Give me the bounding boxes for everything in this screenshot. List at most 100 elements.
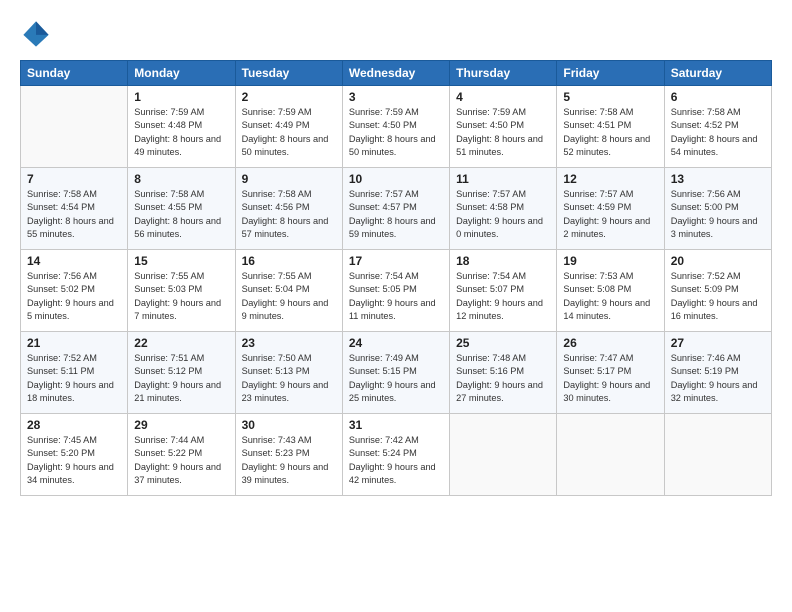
header-wednesday: Wednesday bbox=[342, 61, 449, 86]
header-row: SundayMondayTuesdayWednesdayThursdayFrid… bbox=[21, 61, 772, 86]
day-details: Sunrise: 7:52 AMSunset: 5:09 PMDaylight:… bbox=[671, 270, 765, 323]
day-details: Sunrise: 7:59 AMSunset: 4:49 PMDaylight:… bbox=[242, 106, 336, 159]
week-row-4: 21 Sunrise: 7:52 AMSunset: 5:11 PMDayligh… bbox=[21, 332, 772, 414]
day-number: 29 bbox=[134, 418, 228, 432]
day-cell: 17 Sunrise: 7:54 AMSunset: 5:05 PMDayligh… bbox=[342, 250, 449, 332]
logo bbox=[20, 18, 56, 50]
day-number: 23 bbox=[242, 336, 336, 350]
day-cell: 12 Sunrise: 7:57 AMSunset: 4:59 PMDayligh… bbox=[557, 168, 664, 250]
day-cell: 9 Sunrise: 7:58 AMSunset: 4:56 PMDaylight… bbox=[235, 168, 342, 250]
day-details: Sunrise: 7:59 AMSunset: 4:50 PMDaylight:… bbox=[456, 106, 550, 159]
day-number: 15 bbox=[134, 254, 228, 268]
day-number: 13 bbox=[671, 172, 765, 186]
page: SundayMondayTuesdayWednesdayThursdayFrid… bbox=[0, 0, 792, 612]
day-cell: 2Sunrise: 7:59 AMSunset: 4:49 PMDaylight… bbox=[235, 86, 342, 168]
day-cell: 22Sunrise: 7:51 AMSunset: 5:12 PMDayligh… bbox=[128, 332, 235, 414]
day-number: 28 bbox=[27, 418, 121, 432]
day-number: 25 bbox=[456, 336, 550, 350]
day-number: 26 bbox=[563, 336, 657, 350]
day-details: Sunrise: 7:58 AMSunset: 4:51 PMDaylight:… bbox=[563, 106, 657, 159]
day-cell: 11Sunrise: 7:57 AMSunset: 4:58 PMDayligh… bbox=[450, 168, 557, 250]
day-number: 1 bbox=[134, 90, 228, 104]
day-number: 6 bbox=[671, 90, 765, 104]
header-tuesday: Tuesday bbox=[235, 61, 342, 86]
day-details: Sunrise: 7:49 AMSunset: 5:15 PMDaylight:… bbox=[349, 352, 443, 405]
day-number: 8 bbox=[134, 172, 228, 186]
day-number: 27 bbox=[671, 336, 765, 350]
day-number: 30 bbox=[242, 418, 336, 432]
day-cell: 21 Sunrise: 7:52 AMSunset: 5:11 PMDayligh… bbox=[21, 332, 128, 414]
week-row-3: 14 Sunrise: 7:56 AMSunset: 5:02 PMDayligh… bbox=[21, 250, 772, 332]
day-number: 21 bbox=[27, 336, 121, 350]
day-cell: 20 Sunrise: 7:52 AMSunset: 5:09 PMDayligh… bbox=[664, 250, 771, 332]
day-cell: 31 Sunrise: 7:42 AMSunset: 5:24 PMDayligh… bbox=[342, 414, 449, 496]
day-number: 24 bbox=[349, 336, 443, 350]
day-number: 16 bbox=[242, 254, 336, 268]
day-cell: 30 Sunrise: 7:43 AMSunset: 5:23 PMDayligh… bbox=[235, 414, 342, 496]
day-details: Sunrise: 7:55 AMSunset: 5:03 PMDaylight:… bbox=[134, 270, 228, 323]
day-details: Sunrise: 7:58 AMSunset: 4:54 PMDaylight:… bbox=[27, 188, 121, 241]
day-number: 17 bbox=[349, 254, 443, 268]
day-cell: 1 Sunrise: 7:59 AMSunset: 4:48 PMDaylight… bbox=[128, 86, 235, 168]
day-details: Sunrise: 7:54 AMSunset: 5:05 PMDaylight:… bbox=[349, 270, 443, 323]
day-details: Sunrise: 7:42 AMSunset: 5:24 PMDaylight:… bbox=[349, 434, 443, 487]
day-cell: 10 Sunrise: 7:57 AMSunset: 4:57 PMDayligh… bbox=[342, 168, 449, 250]
day-number: 9 bbox=[242, 172, 336, 186]
day-details: Sunrise: 7:57 AMSunset: 4:59 PMDaylight:… bbox=[563, 188, 657, 241]
day-details: Sunrise: 7:47 AMSunset: 5:17 PMDaylight:… bbox=[563, 352, 657, 405]
header bbox=[20, 18, 772, 50]
day-details: Sunrise: 7:56 AMSunset: 5:02 PMDaylight:… bbox=[27, 270, 121, 323]
day-cell bbox=[557, 414, 664, 496]
week-row-5: 28 Sunrise: 7:45 AMSunset: 5:20 PMDayligh… bbox=[21, 414, 772, 496]
day-details: Sunrise: 7:56 AMSunset: 5:00 PMDaylight:… bbox=[671, 188, 765, 241]
day-number: 12 bbox=[563, 172, 657, 186]
day-number: 18 bbox=[456, 254, 550, 268]
day-details: Sunrise: 7:43 AMSunset: 5:23 PMDaylight:… bbox=[242, 434, 336, 487]
day-details: Sunrise: 7:44 AMSunset: 5:22 PMDaylight:… bbox=[134, 434, 228, 487]
day-details: Sunrise: 7:52 AMSunset: 5:11 PMDaylight:… bbox=[27, 352, 121, 405]
day-cell: 4 Sunrise: 7:59 AMSunset: 4:50 PMDaylight… bbox=[450, 86, 557, 168]
day-cell: 19Sunrise: 7:53 AMSunset: 5:08 PMDayligh… bbox=[557, 250, 664, 332]
header-sunday: Sunday bbox=[21, 61, 128, 86]
day-cell: 8 Sunrise: 7:58 AMSunset: 4:55 PMDaylight… bbox=[128, 168, 235, 250]
day-details: Sunrise: 7:46 AMSunset: 5:19 PMDaylight:… bbox=[671, 352, 765, 405]
day-details: Sunrise: 7:53 AMSunset: 5:08 PMDaylight:… bbox=[563, 270, 657, 323]
day-number: 3 bbox=[349, 90, 443, 104]
day-details: Sunrise: 7:48 AMSunset: 5:16 PMDaylight:… bbox=[456, 352, 550, 405]
header-friday: Friday bbox=[557, 61, 664, 86]
day-number: 11 bbox=[456, 172, 550, 186]
day-number: 4 bbox=[456, 90, 550, 104]
day-cell: 23 Sunrise: 7:50 AMSunset: 5:13 PMDayligh… bbox=[235, 332, 342, 414]
day-details: Sunrise: 7:58 AMSunset: 4:56 PMDaylight:… bbox=[242, 188, 336, 241]
day-cell: 14 Sunrise: 7:56 AMSunset: 5:02 PMDayligh… bbox=[21, 250, 128, 332]
day-details: Sunrise: 7:58 AMSunset: 4:55 PMDaylight:… bbox=[134, 188, 228, 241]
day-cell: 24 Sunrise: 7:49 AMSunset: 5:15 PMDayligh… bbox=[342, 332, 449, 414]
day-details: Sunrise: 7:58 AMSunset: 4:52 PMDaylight:… bbox=[671, 106, 765, 159]
day-cell: 18 Sunrise: 7:54 AMSunset: 5:07 PMDayligh… bbox=[450, 250, 557, 332]
day-number: 20 bbox=[671, 254, 765, 268]
day-number: 10 bbox=[349, 172, 443, 186]
day-cell: 7 Sunrise: 7:58 AMSunset: 4:54 PMDaylight… bbox=[21, 168, 128, 250]
day-number: 7 bbox=[27, 172, 121, 186]
day-number: 5 bbox=[563, 90, 657, 104]
day-details: Sunrise: 7:51 AMSunset: 5:12 PMDaylight:… bbox=[134, 352, 228, 405]
day-details: Sunrise: 7:59 AMSunset: 4:48 PMDaylight:… bbox=[134, 106, 228, 159]
day-details: Sunrise: 7:45 AMSunset: 5:20 PMDaylight:… bbox=[27, 434, 121, 487]
day-cell bbox=[21, 86, 128, 168]
day-number: 31 bbox=[349, 418, 443, 432]
day-details: Sunrise: 7:57 AMSunset: 4:57 PMDaylight:… bbox=[349, 188, 443, 241]
week-row-1: 1 Sunrise: 7:59 AMSunset: 4:48 PMDaylight… bbox=[21, 86, 772, 168]
day-cell bbox=[664, 414, 771, 496]
week-row-2: 7 Sunrise: 7:58 AMSunset: 4:54 PMDaylight… bbox=[21, 168, 772, 250]
day-cell: 15 Sunrise: 7:55 AMSunset: 5:03 PMDayligh… bbox=[128, 250, 235, 332]
day-cell: 25 Sunrise: 7:48 AMSunset: 5:16 PMDayligh… bbox=[450, 332, 557, 414]
day-cell: 28 Sunrise: 7:45 AMSunset: 5:20 PMDayligh… bbox=[21, 414, 128, 496]
day-details: Sunrise: 7:54 AMSunset: 5:07 PMDaylight:… bbox=[456, 270, 550, 323]
day-details: Sunrise: 7:50 AMSunset: 5:13 PMDaylight:… bbox=[242, 352, 336, 405]
day-cell: 29 Sunrise: 7:44 AMSunset: 5:22 PMDayligh… bbox=[128, 414, 235, 496]
day-cell: 16Sunrise: 7:55 AMSunset: 5:04 PMDayligh… bbox=[235, 250, 342, 332]
header-monday: Monday bbox=[128, 61, 235, 86]
header-thursday: Thursday bbox=[450, 61, 557, 86]
day-number: 14 bbox=[27, 254, 121, 268]
day-cell: 5 Sunrise: 7:58 AMSunset: 4:51 PMDaylight… bbox=[557, 86, 664, 168]
